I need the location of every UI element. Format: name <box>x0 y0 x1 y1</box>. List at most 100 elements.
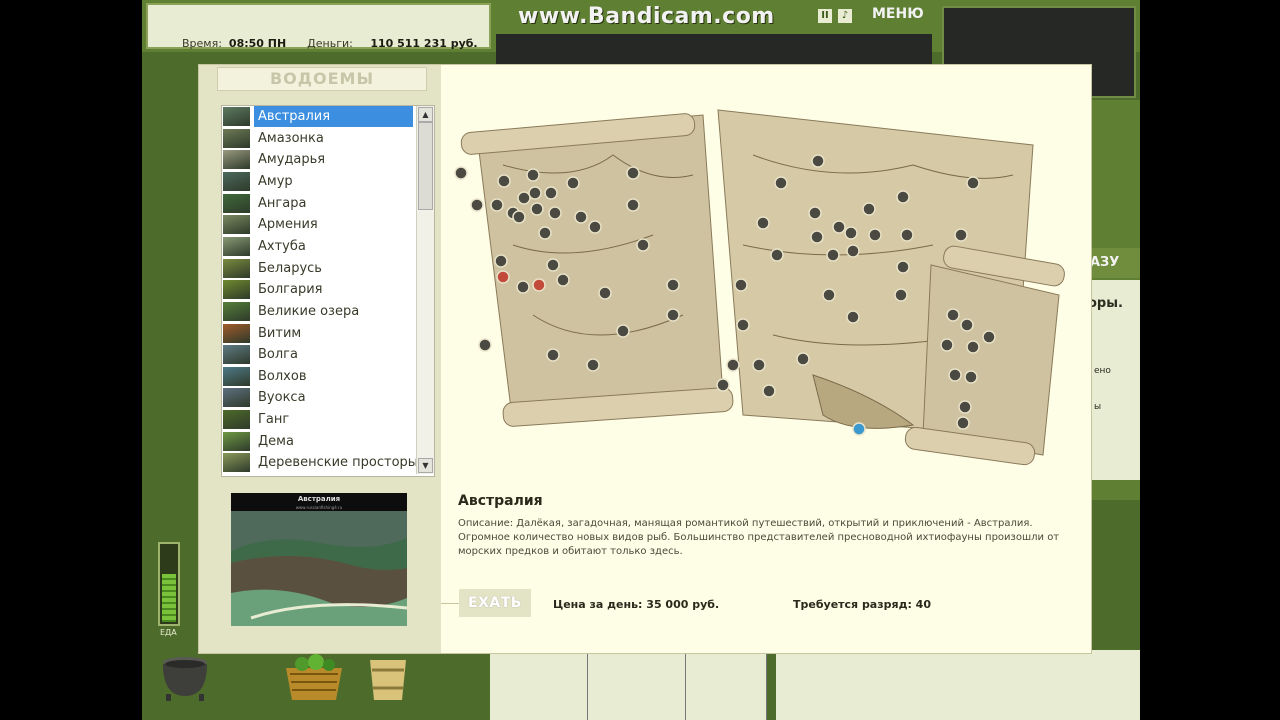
scroll-thumb[interactable] <box>418 122 433 210</box>
list-item[interactable]: Армения <box>222 214 414 235</box>
inventory-slot-2[interactable] <box>588 650 686 720</box>
lake-marker[interactable] <box>566 176 580 190</box>
inventory-slot-3[interactable] <box>686 650 767 720</box>
lake-marker[interactable] <box>494 254 508 268</box>
selected-lake-marker[interactable] <box>852 422 866 436</box>
lake-marker[interactable] <box>832 220 846 234</box>
lake-marker[interactable] <box>736 318 750 332</box>
lake-marker[interactable] <box>868 228 882 242</box>
lake-marker[interactable] <box>626 198 640 212</box>
tab-water-bodies[interactable]: ВОДОЕМЫ <box>217 67 427 91</box>
lake-marker[interactable] <box>497 174 511 188</box>
lake-marker[interactable] <box>516 280 530 294</box>
lake-marker[interactable] <box>964 370 978 384</box>
lake-marker[interactable] <box>546 348 560 362</box>
list-item[interactable]: Деревенские просторы <box>222 452 418 473</box>
list-item[interactable]: Дема <box>222 431 414 452</box>
lake-marker[interactable] <box>556 273 570 287</box>
lake-marker[interactable] <box>966 340 980 354</box>
lake-marker[interactable] <box>548 206 562 220</box>
lake-marker[interactable] <box>948 368 962 382</box>
list-item[interactable]: Амударья <box>222 149 414 170</box>
list-item[interactable]: Ганг <box>222 409 414 430</box>
lake-marker[interactable] <box>844 226 858 240</box>
pause-icon[interactable]: II <box>818 9 832 23</box>
lake-marker[interactable] <box>454 166 468 180</box>
lake-marker[interactable] <box>958 400 972 414</box>
list-item[interactable]: Амур <box>222 171 414 192</box>
lake-marker[interactable] <box>666 308 680 322</box>
basket-icon[interactable] <box>282 654 346 702</box>
list-item[interactable]: Австралия <box>222 106 414 127</box>
list-item[interactable]: Беларусь <box>222 258 414 279</box>
lake-marker[interactable] <box>734 278 748 292</box>
lake-marker[interactable] <box>808 206 822 220</box>
lake-marker[interactable] <box>544 186 558 200</box>
lake-marker[interactable] <box>752 358 766 372</box>
list-item[interactable]: Болгария <box>222 279 414 300</box>
lake-marker[interactable] <box>894 288 908 302</box>
cauldron-icon[interactable] <box>156 652 214 702</box>
lake-marker[interactable] <box>954 228 968 242</box>
lake-marker[interactable] <box>810 230 824 244</box>
lake-marker[interactable] <box>846 244 860 258</box>
lake-marker[interactable] <box>546 258 560 272</box>
menu-button[interactable]: МЕНЮ <box>872 6 924 22</box>
lake-marker[interactable] <box>756 216 770 230</box>
list-item[interactable]: Амазонка <box>222 128 414 149</box>
lake-marker[interactable] <box>822 288 836 302</box>
list-item[interactable]: Великие озера <box>222 301 414 322</box>
scroll-up-icon[interactable]: ▲ <box>418 107 433 122</box>
lake-marker[interactable] <box>770 248 784 262</box>
list-item[interactable]: Вуокса <box>222 387 414 408</box>
lake-marker[interactable] <box>946 308 960 322</box>
lake-marker[interactable] <box>616 324 630 338</box>
lake-marker[interactable] <box>636 238 650 252</box>
lake-marker[interactable] <box>530 202 544 216</box>
lake-marker[interactable] <box>726 358 740 372</box>
lake-marker[interactable] <box>716 378 730 392</box>
list-item[interactable]: Волга <box>222 344 414 365</box>
lake-marker[interactable] <box>862 202 876 216</box>
lake-marker[interactable] <box>496 270 510 284</box>
lake-marker[interactable] <box>966 176 980 190</box>
lake-marker[interactable] <box>940 338 954 352</box>
lake-marker[interactable] <box>538 226 552 240</box>
lake-marker[interactable] <box>512 210 526 224</box>
lake-marker[interactable] <box>532 278 546 292</box>
lake-marker[interactable] <box>896 260 910 274</box>
lake-marker[interactable] <box>526 168 540 182</box>
lake-marker[interactable] <box>574 210 588 224</box>
lake-marker[interactable] <box>586 358 600 372</box>
lake-list-scrollbar[interactable]: ▲ ▼ <box>416 106 434 474</box>
inventory-slot-1[interactable] <box>490 650 588 720</box>
lake-marker[interactable] <box>826 248 840 262</box>
lake-marker[interactable] <box>900 228 914 242</box>
scroll-down-icon[interactable]: ▼ <box>418 458 433 473</box>
lake-marker[interactable] <box>517 191 531 205</box>
world-map[interactable] <box>453 95 1083 485</box>
lake-marker[interactable] <box>490 198 504 212</box>
lake-marker[interactable] <box>762 384 776 398</box>
lake-marker[interactable] <box>982 330 996 344</box>
lake-marker[interactable] <box>478 338 492 352</box>
bucket-icon[interactable] <box>366 656 410 702</box>
lake-marker[interactable] <box>470 198 484 212</box>
sound-icon[interactable]: ♪ <box>838 9 852 23</box>
lake-marker[interactable] <box>626 166 640 180</box>
lake-marker[interactable] <box>896 190 910 204</box>
lake-list[interactable]: Австралия Амазонка Амударья Амур Ангара Армен… <box>221 105 435 477</box>
lake-marker[interactable] <box>956 416 970 430</box>
lake-marker[interactable] <box>666 278 680 292</box>
list-item[interactable]: Ахтуба <box>222 236 414 257</box>
lake-marker[interactable] <box>774 176 788 190</box>
list-item[interactable]: Витим <box>222 323 414 344</box>
lake-marker[interactable] <box>528 186 542 200</box>
lake-marker[interactable] <box>811 154 825 168</box>
lake-marker[interactable] <box>796 352 810 366</box>
lake-marker[interactable] <box>846 310 860 324</box>
list-item[interactable]: Волхов <box>222 366 414 387</box>
lake-marker[interactable] <box>588 220 602 234</box>
list-item[interactable]: Ангара <box>222 193 414 214</box>
lake-marker[interactable] <box>598 286 612 300</box>
